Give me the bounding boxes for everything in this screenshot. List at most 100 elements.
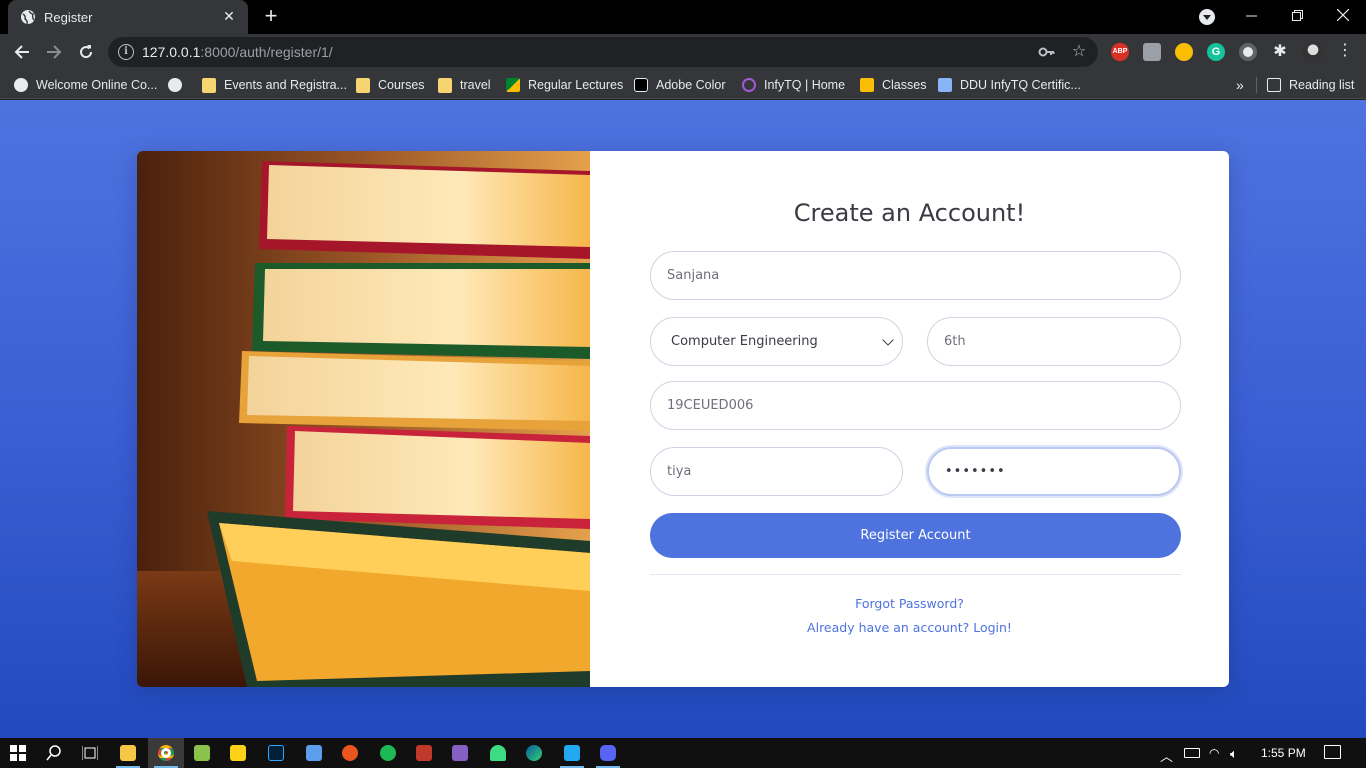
chrome-button[interactable]: [148, 738, 184, 768]
bookmark-item[interactable]: InfyTQ | Home: [742, 76, 845, 94]
notepad-button[interactable]: [184, 738, 220, 768]
page-background: Create an Account! Sanjana Computer Engi…: [0, 100, 1366, 738]
extensions-puzzle-icon[interactable]: ✱: [1271, 43, 1289, 61]
more-bookmarks-button[interactable]: »: [1236, 76, 1244, 94]
app-button[interactable]: [296, 738, 332, 768]
department-select[interactable]: Computer Engineering: [650, 317, 903, 366]
windows-logo-icon: [10, 745, 26, 761]
android-studio-button[interactable]: [480, 738, 516, 768]
adobe-color-icon: [634, 78, 648, 92]
cube-extension-icon[interactable]: [1143, 43, 1161, 61]
bookmark-item[interactable]: Welcome Online Co...: [14, 76, 157, 94]
dosbox-button[interactable]: [406, 738, 442, 768]
minimize-icon: [1245, 15, 1257, 16]
browser-tab[interactable]: Register ✕: [8, 0, 248, 34]
bookmark-star-icon[interactable]: ☆: [1070, 43, 1088, 61]
tab-strip: Register ✕ +: [0, 0, 1366, 34]
forgot-password-link[interactable]: Forgot Password?: [590, 596, 1229, 611]
search-button[interactable]: [36, 738, 72, 768]
address-bar[interactable]: i 127.0.0.1:8000/auth/register/1/ ☆: [108, 37, 1098, 67]
volume-icon[interactable]: 🔈︎: [1230, 746, 1238, 762]
close-icon: [1337, 9, 1349, 21]
windows-taskbar: ︿ ◠ 🔈︎ 1:55 PM: [0, 738, 1366, 768]
ubuntu-button[interactable]: [332, 738, 368, 768]
dosbox-icon: [416, 745, 432, 761]
infytq-icon: [742, 78, 756, 92]
key-icon[interactable]: [1038, 43, 1056, 61]
bookmark-item[interactable]: Regular Lectures: [506, 76, 623, 94]
notepad-icon: [194, 745, 210, 761]
semester-input[interactable]: 6th: [927, 317, 1181, 366]
register-button[interactable]: Register Account: [650, 513, 1181, 558]
bulb-extension-icon[interactable]: [1175, 43, 1193, 61]
visual-studio-button[interactable]: [442, 738, 478, 768]
password-input[interactable]: •••••••: [927, 447, 1181, 496]
ubuntu-icon: [342, 745, 358, 761]
meet-icon: [506, 78, 520, 92]
name-input[interactable]: Sanjana: [650, 251, 1181, 300]
arrow-right-icon: [47, 45, 62, 59]
back-button[interactable]: [10, 40, 34, 64]
clock-time[interactable]: 1:55 PM: [1261, 746, 1306, 760]
sticky-notes-button[interactable]: [220, 738, 256, 768]
chevron-down-icon: [882, 334, 894, 346]
reading-list-button[interactable]: Reading list: [1267, 76, 1354, 94]
notifications-icon[interactable]: [1324, 745, 1341, 759]
bookmark-folder[interactable]: travel: [438, 76, 491, 94]
battery-icon[interactable]: [1184, 748, 1200, 758]
close-window-button[interactable]: [1320, 0, 1366, 30]
reload-button[interactable]: [74, 40, 98, 64]
task-view-button[interactable]: [72, 738, 108, 768]
bookmarks-divider: [1256, 77, 1257, 93]
register-form: Create an Account! Sanjana Computer Engi…: [590, 151, 1229, 687]
restore-icon: [1291, 9, 1303, 21]
edge-icon: [526, 745, 542, 761]
bookmark-item[interactable]: [168, 76, 190, 94]
tab-search-icon[interactable]: [1199, 9, 1215, 25]
globe-icon: [168, 78, 182, 92]
bookmark-folder[interactable]: Courses: [356, 76, 425, 94]
record-extension-icon[interactable]: [1239, 43, 1257, 61]
forward-button[interactable]: [42, 40, 66, 64]
discord-icon: [600, 745, 616, 761]
arrow-left-icon: [14, 45, 29, 59]
login-link[interactable]: Already have an account? Login!: [590, 620, 1229, 635]
task-view-icon: [82, 746, 98, 760]
avatar[interactable]: [1302, 41, 1324, 63]
grammarly-icon[interactable]: G: [1207, 43, 1225, 61]
folder-icon: [120, 745, 136, 761]
register-card: Create an Account! Sanjana Computer Engi…: [137, 151, 1229, 687]
username-input[interactable]: tiya: [650, 447, 903, 496]
chat-icon: [938, 78, 952, 92]
edge-button[interactable]: [516, 738, 552, 768]
close-tab-icon[interactable]: ✕: [220, 7, 238, 25]
photoshop-button[interactable]: [258, 738, 294, 768]
bookmark-item[interactable]: Classes: [860, 76, 926, 94]
sticky-notes-icon: [230, 745, 246, 761]
vscode-button[interactable]: [554, 738, 590, 768]
bookmark-item[interactable]: Adobe Color: [634, 76, 726, 94]
info-icon[interactable]: i: [118, 44, 134, 60]
restore-button[interactable]: [1274, 0, 1320, 30]
enrollment-input[interactable]: 19CEUED006: [650, 381, 1181, 430]
bookmark-item[interactable]: DDU InfyTQ Certific...: [938, 76, 1081, 94]
adblock-icon[interactable]: ABP: [1111, 43, 1129, 61]
spotify-button[interactable]: [370, 738, 406, 768]
books-image: [137, 151, 590, 687]
browser-toolbar: i 127.0.0.1:8000/auth/register/1/ ☆ ABP …: [0, 34, 1366, 70]
search-icon: [46, 745, 61, 761]
bookmark-folder[interactable]: Events and Registra...: [202, 76, 347, 94]
wifi-icon[interactable]: ◠: [1209, 746, 1219, 760]
app-icon: [306, 745, 322, 761]
discord-button[interactable]: [590, 738, 626, 768]
new-tab-button[interactable]: +: [260, 5, 282, 28]
folder-icon: [438, 77, 452, 93]
minimize-button[interactable]: [1228, 0, 1274, 30]
android-icon: [490, 745, 506, 761]
divider: [650, 574, 1181, 575]
start-button[interactable]: [0, 738, 36, 768]
file-explorer-button[interactable]: [110, 738, 146, 768]
chevron-up-icon[interactable]: ︿: [1160, 746, 1173, 765]
menu-kebab-icon[interactable]: ⋮: [1336, 43, 1354, 61]
globe-icon: [21, 10, 35, 25]
